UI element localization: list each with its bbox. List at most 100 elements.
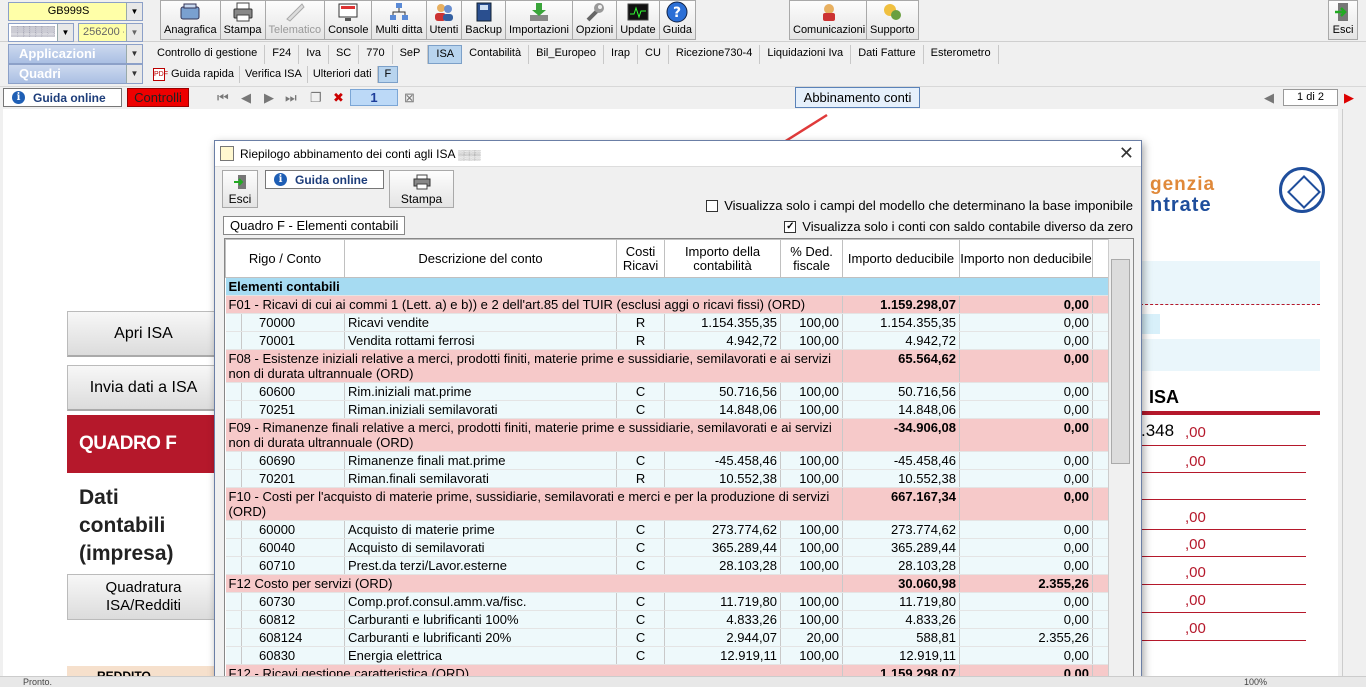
applicazioni-menu[interactable]: Applicazioni ▼	[8, 44, 143, 64]
tab-ulteriori-dati[interactable]: Ulteriori dati	[308, 65, 378, 83]
chevron-down-icon[interactable]: ▼	[126, 65, 142, 83]
tab-cu[interactable]: CU	[638, 45, 669, 64]
tab-dati-fatture[interactable]: Dati Fatture	[851, 45, 924, 64]
account-row[interactable]: 70001 Vendita rottami ferrosi R 4.942,72 100…	[225, 331, 1110, 350]
code-combo[interactable]: ▒▒▒▒▒▒▒▒ ▼	[8, 23, 74, 42]
chk-saldo-row[interactable]: ✓ Visualizza solo i conti con saldo cont…	[784, 219, 1133, 234]
tab-f24[interactable]: F24	[265, 45, 300, 64]
tab-liquidazioni-iva[interactable]: Liquidazioni Iva	[760, 45, 852, 64]
backup-button[interactable]: Backup	[461, 0, 506, 40]
tab-sep[interactable]: SeP	[393, 45, 429, 64]
tab-irap[interactable]: Irap	[604, 45, 639, 64]
chevron-down-icon[interactable]: ▼	[57, 24, 73, 41]
tab-sc[interactable]: SC	[329, 45, 360, 64]
comunicazioni-button[interactable]: Comunicazioni	[789, 0, 870, 40]
account-row[interactable]: 60690 Rimanenze finali mat.prime C -45.458,…	[225, 451, 1110, 470]
account-row[interactable]: 60730 Comp.prof.consul.amm.va/fisc. C 11.71…	[225, 592, 1110, 611]
col-costi-ricavi[interactable]: Costi Ricavi	[616, 239, 666, 278]
clear-icon[interactable]: ⊠	[404, 90, 415, 106]
supporto-button[interactable]: Supporto	[866, 0, 919, 40]
tab-bil-europeo[interactable]: Bil_Europeo	[529, 45, 605, 64]
stampa-button[interactable]: Stampa	[219, 0, 266, 40]
next-page-icon[interactable]: ▶	[1344, 90, 1354, 106]
client-combo[interactable]: GB999S ▼	[8, 2, 143, 21]
esci-button[interactable]: Esci	[1328, 0, 1358, 40]
group-row[interactable]: F12 Costo per servizi (ORD) 30.060,98 2.35…	[225, 574, 1110, 593]
last-page-icon[interactable]: ⏭	[285, 90, 297, 106]
account-row[interactable]: 60710 Prest.da terzi/Lavor.esterne C 28.103…	[225, 556, 1110, 575]
section-row[interactable]: Elementi contabili	[225, 277, 1110, 296]
year-combo[interactable]: 256200 - ▼	[78, 23, 143, 42]
grid-scrollbar-thumb[interactable]	[1111, 259, 1130, 464]
tab-guida-rapida[interactable]: PDF Guida rapida	[148, 65, 240, 83]
anagrafica-button[interactable]: Anagrafica	[160, 0, 221, 40]
multi-ditta-button[interactable]: Multi ditta	[371, 0, 427, 40]
account-row[interactable]: 60600 Rim.iniziali mat.prime C 50.716,56 100…	[225, 382, 1110, 401]
grid-scrollbar[interactable]	[1108, 239, 1133, 686]
account-row[interactable]: 608124 Carburanti e lubrificanti 20% C 2.94…	[225, 628, 1110, 647]
close-icon[interactable]: ✕	[1119, 143, 1134, 164]
tab-quadro-f[interactable]: F	[377, 65, 399, 83]
first-page-icon[interactable]: ⏮	[217, 90, 229, 106]
guida-button[interactable]: ? Guida	[658, 0, 697, 40]
account-row[interactable]: 60000 Acquisto di materie prime C 273.774,6…	[225, 520, 1110, 539]
group-row[interactable]: F01 - Ricavi di cui ai commi 1 (Lett. a)…	[225, 295, 1110, 314]
dialog-esci-button[interactable]: Esci	[222, 170, 258, 208]
dialog-guida-online-button[interactable]: i Guida online	[265, 170, 384, 189]
printer-icon	[413, 174, 431, 190]
chevron-down-icon[interactable]: ▼	[126, 24, 142, 41]
next-icon[interactable]: ▶	[264, 90, 274, 106]
delete-page-icon[interactable]: ✖	[333, 90, 344, 106]
prev-icon[interactable]: ◀	[241, 90, 251, 106]
chk-campi-row[interactable]: Visualizza solo i campi del modello che …	[706, 198, 1133, 213]
invia-dati-isa-button[interactable]: Invia dati a ISA	[67, 365, 220, 411]
controlli-button[interactable]: Controlli	[127, 88, 189, 107]
opzioni-button[interactable]: Opzioni	[571, 0, 618, 40]
chevron-down-icon[interactable]: ▼	[126, 3, 142, 20]
guida-online-button[interactable]: i Guida online	[3, 88, 122, 107]
chevron-down-icon[interactable]: ▼	[126, 45, 142, 63]
console-button[interactable]: Console	[324, 0, 373, 40]
tab-770[interactable]: 770	[359, 45, 393, 64]
apri-isa-button[interactable]: Apri ISA	[67, 311, 220, 357]
account-row[interactable]: 60040 Acquisto di semilavorati C 365.289,44…	[225, 538, 1110, 557]
quadri-menu[interactable]: Quadri ▼	[8, 64, 143, 84]
importazioni-button[interactable]: Importazioni	[504, 0, 573, 40]
chk-saldo-checkbox[interactable]: ✓	[784, 220, 797, 233]
col-perc-ded[interactable]: % Ded. fiscale	[780, 239, 844, 278]
tab-isa[interactable]: ISA	[428, 45, 463, 64]
telematico-button[interactable]: Telematico	[264, 0, 326, 40]
dialog-stampa-button[interactable]: Stampa	[389, 170, 454, 208]
doc-cents: ,00	[1185, 453, 1206, 470]
quadratura-button[interactable]: Quadratura ISA/Redditi	[67, 574, 220, 620]
update-button[interactable]: Update	[616, 0, 660, 40]
tab-verifica-isa[interactable]: Verifica ISA	[240, 65, 308, 83]
prev-page-icon[interactable]: ◀	[1264, 90, 1274, 106]
tab-controllo-gestione[interactable]: Controllo di gestione	[150, 45, 266, 64]
new-page-icon[interactable]: ❐	[310, 90, 322, 106]
account-row[interactable]: 70201 Riman.finali semilavorati R 10.552,38…	[225, 469, 1110, 488]
utenti-button[interactable]: Utenti	[425, 0, 463, 40]
account-row[interactable]: 70251 Riman.iniziali semilavorati C 14.848,…	[225, 400, 1110, 419]
page-number-input[interactable]: 1	[350, 89, 398, 106]
account-row[interactable]: 60812 Carburanti e lubrificanti 100% C 4.83…	[225, 610, 1110, 629]
tab-ricezione730[interactable]: Ricezione730-4	[669, 45, 761, 64]
abbinamento-conti-button[interactable]: Abbinamento conti	[795, 87, 920, 108]
console-icon	[337, 1, 359, 23]
tab-esterometro[interactable]: Esterometro	[924, 45, 999, 64]
col-importo-non-deducibile[interactable]: Importo non deducibile	[959, 239, 1094, 278]
col-descrizione[interactable]: Descrizione del conto	[344, 239, 618, 278]
tab-iva[interactable]: Iva	[299, 45, 329, 64]
document-scrollbar[interactable]	[1342, 109, 1359, 676]
tab-contabilita[interactable]: Contabilità	[462, 45, 530, 64]
col-importo-contabilita[interactable]: Importo della contabilità	[664, 239, 782, 278]
group-row[interactable]: F08 - Esistenze iniziali relative a merc…	[225, 349, 1110, 383]
group-row[interactable]: F09 - Rimanenze finali relative a merci,…	[225, 418, 1110, 452]
col-importo-deducibile[interactable]: Importo deducibile	[842, 239, 961, 278]
group-row[interactable]: F10 - Costi per l'acquisto di materie pr…	[225, 487, 1110, 521]
account-row[interactable]: 70000 Ricavi vendite R 1.154.355,35 100,00 1.…	[225, 313, 1110, 332]
chk-campi-checkbox[interactable]	[706, 199, 719, 212]
group-non-deducibile: 0,00	[959, 295, 1094, 314]
account-row[interactable]: 60830 Energia elettrica C 12.919,11 100,00 12…	[225, 646, 1110, 665]
col-rigo-conto[interactable]: Rigo / Conto	[225, 239, 346, 278]
